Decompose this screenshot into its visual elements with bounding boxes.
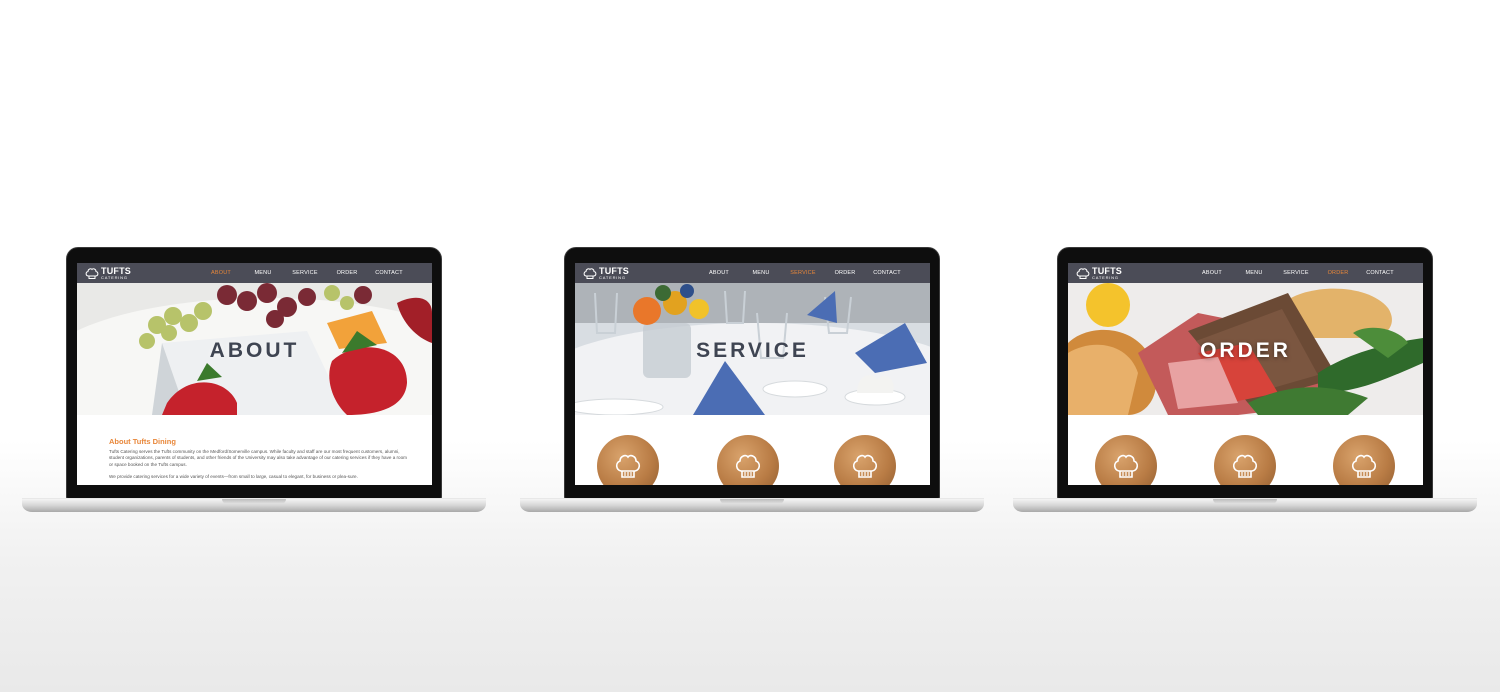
chef-hat-icon: [849, 449, 881, 481]
service-circle-1[interactable]: [597, 435, 659, 485]
chef-hat-icon: [612, 449, 644, 481]
laptop-about: TUFTS CATERING ABOUT MENU SERVICE ORDER …: [22, 247, 486, 515]
laptop-notch: [222, 499, 286, 504]
site-logo[interactable]: TUFTS CATERING: [583, 266, 629, 280]
nav-about[interactable]: ABOUT: [200, 270, 242, 276]
laptop-notch: [720, 499, 784, 504]
chef-hat-icon: [1110, 449, 1142, 481]
nav-service[interactable]: SERVICE: [782, 270, 824, 276]
laptop-base: [520, 498, 984, 512]
hero-title: SERVICE: [696, 339, 809, 362]
about-paragraph-2: We provide catering services for a wide …: [109, 473, 358, 479]
about-paragraph-1: Tufts Catering serves the Tufts communit…: [109, 449, 407, 467]
laptop-base: [1013, 498, 1477, 512]
nav-order[interactable]: ORDER: [326, 270, 368, 276]
nav-service[interactable]: SERVICE: [284, 270, 326, 276]
hero-title: ORDER: [1200, 339, 1291, 362]
screen-about: TUFTS CATERING ABOUT MENU SERVICE ORDER …: [77, 263, 432, 485]
nav-menu[interactable]: MENU: [740, 270, 782, 276]
site-navbar: TUFTS CATERING ABOUT MENU SERVICE ORDER …: [77, 263, 432, 283]
site-navbar: TUFTS CATERING ABOUT MENU SERVICE ORDER …: [575, 263, 930, 283]
nav-menu[interactable]: MENU: [242, 270, 284, 276]
about-heading: About Tufts Dining: [109, 437, 176, 446]
nav-order[interactable]: ORDER: [1317, 270, 1359, 276]
chef-hat-icon: [1229, 449, 1261, 481]
logo-sub-text: CATERING: [1092, 274, 1119, 280]
order-circle-1[interactable]: [1095, 435, 1157, 485]
hero-banner: ORDER: [1068, 283, 1423, 415]
site-navbar: TUFTS CATERING ABOUT MENU SERVICE ORDER …: [1068, 263, 1423, 283]
site-logo[interactable]: TUFTS CATERING: [85, 266, 131, 280]
chef-hat-icon: [1348, 449, 1380, 481]
chef-hat-icon: [732, 449, 764, 481]
hero-banner: SERVICE: [575, 283, 930, 415]
nav-about[interactable]: ABOUT: [698, 270, 740, 276]
nav-contact[interactable]: CONTACT: [866, 270, 908, 276]
nav-contact[interactable]: CONTACT: [1359, 270, 1401, 276]
about-section: About Tufts Dining Tufts Catering serves…: [109, 437, 409, 485]
nav-menu[interactable]: MENU: [1233, 270, 1275, 276]
chef-hat-logo-icon: [1076, 266, 1090, 280]
chef-hat-logo-icon: [85, 266, 99, 280]
laptop-service: TUFTS CATERING ABOUT MENU SERVICE ORDER …: [520, 247, 984, 515]
hero-title: ABOUT: [209, 339, 300, 362]
order-circle-2[interactable]: [1214, 435, 1276, 485]
laptop-lid: TUFTS CATERING ABOUT MENU SERVICE ORDER …: [1057, 247, 1433, 499]
screen-order: TUFTS CATERING ABOUT MENU SERVICE ORDER …: [1068, 263, 1423, 485]
chef-hat-logo-icon: [583, 266, 597, 280]
service-circle-2[interactable]: [717, 435, 779, 485]
service-circles: [575, 435, 930, 485]
laptop-order: TUFTS CATERING ABOUT MENU SERVICE ORDER …: [1013, 247, 1477, 515]
logo-sub-text: CATERING: [101, 274, 128, 280]
logo-sub-text: CATERING: [599, 274, 626, 280]
site-nav: ABOUT MENU SERVICE ORDER CONTACT: [200, 263, 410, 283]
nav-order[interactable]: ORDER: [824, 270, 866, 276]
order-circle-3[interactable]: [1333, 435, 1395, 485]
hero-banner: ABOUT: [77, 283, 432, 415]
site-logo[interactable]: TUFTS CATERING: [1076, 266, 1122, 280]
nav-service[interactable]: SERVICE: [1275, 270, 1317, 276]
screen-service: TUFTS CATERING ABOUT MENU SERVICE ORDER …: [575, 263, 930, 485]
site-nav: ABOUT MENU SERVICE ORDER CONTACT: [698, 263, 908, 283]
laptop-base: [22, 498, 486, 512]
order-circles: [1068, 435, 1423, 485]
site-nav: ABOUT MENU SERVICE ORDER CONTACT: [1191, 263, 1401, 283]
service-circle-3[interactable]: [834, 435, 896, 485]
nav-contact[interactable]: CONTACT: [368, 270, 410, 276]
laptop-notch: [1213, 499, 1277, 504]
nav-about[interactable]: ABOUT: [1191, 270, 1233, 276]
laptop-lid: TUFTS CATERING ABOUT MENU SERVICE ORDER …: [564, 247, 940, 499]
laptop-lid: TUFTS CATERING ABOUT MENU SERVICE ORDER …: [66, 247, 442, 499]
